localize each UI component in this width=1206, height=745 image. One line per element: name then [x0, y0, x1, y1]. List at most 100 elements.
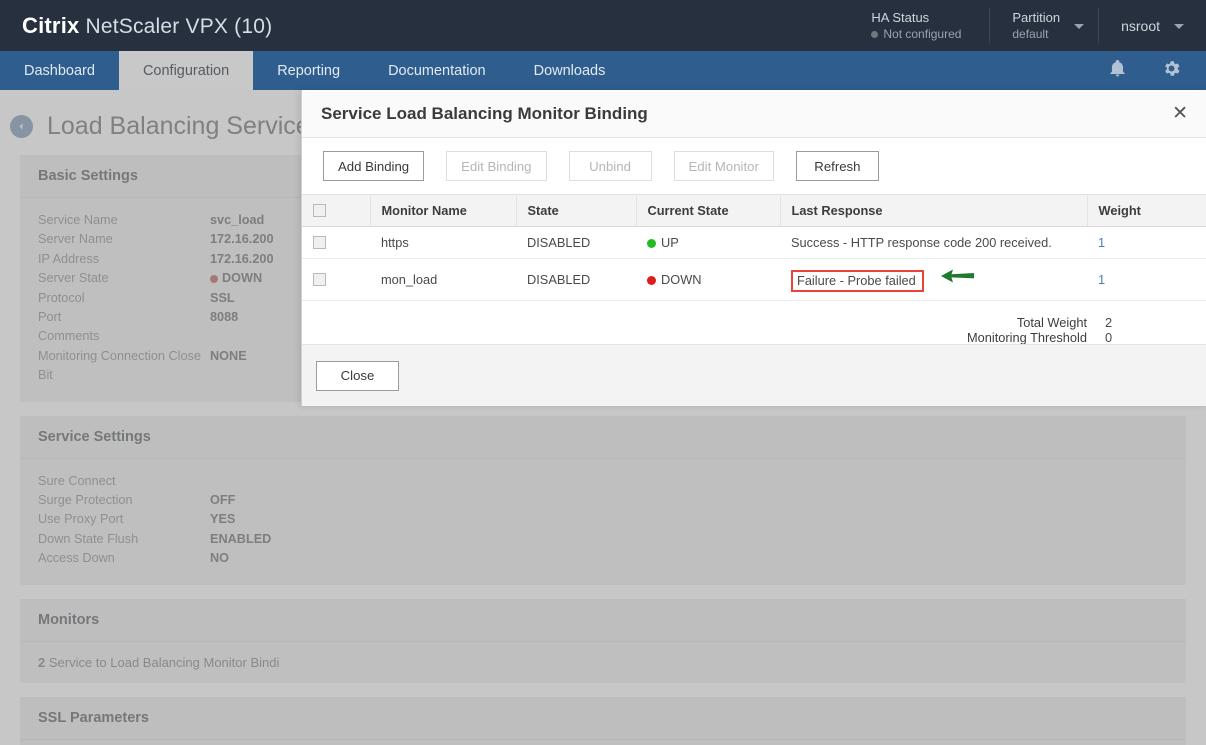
detail-key: Comments — [38, 329, 100, 344]
monitor-binding-link[interactable]: 2 Service to Load Balancing Monitor Bind… — [20, 641, 1186, 683]
table-row[interactable]: https DISABLED UP Success - HTTP respons… — [302, 226, 1206, 259]
detail-value: OFF — [210, 493, 236, 508]
user-menu[interactable]: nsroot — [1099, 0, 1206, 51]
back-arrow-icon[interactable] — [10, 115, 33, 138]
column-header-state[interactable]: State — [516, 194, 637, 227]
monitoring-threshold-label: Monitoring Threshold — [967, 330, 1087, 345]
total-weight-label: Total Weight — [1016, 315, 1087, 330]
detail-key: Down State Flush — [38, 531, 139, 546]
cell-weight: 1 — [1087, 258, 1206, 301]
weight-value[interactable]: 1 — [1098, 235, 1105, 250]
row-checkbox[interactable] — [313, 273, 326, 286]
cell-state: DISABLED — [516, 226, 636, 259]
detail-value: NO — [210, 551, 230, 566]
cell-last-response: Failure - Probe failed — [780, 258, 1087, 301]
brand-logo: Citrix NetScaler VPX (10) — [22, 13, 272, 39]
monitor-binding-modal: Service Load Balancing Monitor Binding ✕… — [301, 90, 1206, 406]
close-icon[interactable]: ✕ — [1172, 104, 1188, 123]
nav-tab-documentation[interactable]: Documentation — [364, 51, 510, 90]
monitoring-threshold-value: 0 — [1105, 330, 1113, 345]
chevron-down-icon — [1074, 24, 1085, 29]
weight-value[interactable]: 1 — [1098, 272, 1105, 287]
cell-last-response: Success - HTTP response code 200 receive… — [780, 226, 1087, 259]
detail-value: DOWN — [210, 269, 262, 288]
ha-status-label: HA Status — [871, 10, 930, 25]
detail-key: Server State — [38, 271, 109, 286]
panel-title: Service Settings — [20, 415, 1186, 459]
nav-tab-downloads[interactable]: Downloads — [510, 51, 630, 90]
table-row[interactable]: mon_load DISABLED DOWN Failure - Probe f… — [302, 258, 1206, 301]
detail-key: Surge Protection — [38, 493, 133, 508]
nav-tab-reporting[interactable]: Reporting — [253, 51, 364, 90]
select-all-header — [302, 194, 371, 227]
nav-tab-dashboard[interactable]: Dashboard — [0, 51, 119, 90]
panel-ssl-parameters: SSL Parameters Enable DH ParamDISABLED — [20, 696, 1186, 745]
bell-icon[interactable] — [1108, 59, 1127, 83]
green-left-arrow-annotation — [939, 267, 975, 288]
column-header-last-response[interactable]: Last Response — [780, 194, 1088, 227]
panel-service-settings: Service Settings Sure Connect Surge Prot… — [20, 415, 1186, 585]
page-title: Load Balancing Service — [47, 112, 310, 140]
detail-value: 172.16.200 — [210, 232, 274, 247]
main-navigation: Dashboard Configuration Reporting Docume… — [0, 51, 1206, 90]
cell-current-state: UP — [636, 226, 780, 259]
ha-status-dot-icon — [871, 30, 879, 38]
column-header-monitor-name[interactable]: Monitor Name — [370, 194, 517, 227]
detail-key: Service Name — [38, 213, 118, 227]
cell-weight: 1 — [1087, 226, 1206, 259]
close-button[interactable]: Close — [316, 360, 399, 391]
monitoring-threshold-row: Monitoring Threshold 0 — [302, 330, 1206, 345]
cell-monitor-name: mon_load — [370, 258, 516, 301]
partition-selector[interactable]: Partition default — [990, 0, 1098, 51]
brand-name: Citrix — [22, 12, 80, 38]
select-all-checkbox[interactable] — [313, 204, 326, 217]
panel-title: Monitors — [20, 598, 1186, 642]
unbind-button[interactable]: Unbind — [568, 151, 652, 181]
nav-actions — [1108, 51, 1206, 90]
top-header-bar: Citrix NetScaler VPX (10) HA Status Not … — [0, 0, 1206, 51]
column-header-weight[interactable]: Weight — [1087, 194, 1206, 227]
refresh-button[interactable]: Refresh — [795, 151, 879, 181]
detail-value: NONE — [210, 348, 247, 363]
panel-title: SSL Parameters — [20, 696, 1186, 740]
row-checkbox[interactable] — [313, 236, 326, 249]
totals-section: Total Weight 2 Monitoring Threshold 0 — [302, 301, 1206, 345]
detail-key: Sure Connect — [38, 473, 116, 488]
total-weight-row: Total Weight 2 — [302, 315, 1206, 330]
detail-value: svc_load — [210, 213, 265, 227]
status-dot-up-icon — [647, 239, 656, 248]
detail-row: Surge Protection OFF — [38, 491, 1168, 510]
current-state-text: UP — [661, 235, 679, 250]
status-dot-icon — [210, 275, 218, 284]
detail-key: Server Name — [38, 232, 113, 247]
current-state-text: DOWN — [661, 272, 702, 287]
modal-footer: Close — [302, 344, 1206, 406]
monitor-binding-text: Service to Load Balancing Monitor Bindi — [45, 654, 280, 670]
user-name: nsroot — [1121, 17, 1160, 34]
nav-tab-configuration[interactable]: Configuration — [118, 51, 254, 90]
detail-key: Monitoring Connection Close Bit — [38, 348, 201, 383]
status-text: DOWN — [222, 271, 263, 286]
detail-key: Port — [38, 310, 62, 325]
detail-key: Use Proxy Port — [38, 512, 124, 527]
column-header-current-state[interactable]: Current State — [636, 194, 781, 227]
total-weight-value: 2 — [1105, 315, 1113, 330]
detail-value: SSL — [210, 290, 235, 305]
edit-monitor-button[interactable]: Edit Monitor — [673, 151, 774, 181]
chevron-down-icon — [1174, 24, 1184, 29]
edit-binding-button[interactable]: Edit Binding — [446, 151, 547, 181]
detail-key: IP Address — [38, 251, 100, 266]
add-binding-button[interactable]: Add Binding — [323, 151, 425, 181]
detail-value: YES — [210, 512, 236, 527]
ha-status: HA Status Not configured — [849, 0, 989, 51]
cell-monitor-name: https — [370, 226, 516, 259]
partition-label: Partition — [1012, 10, 1061, 25]
table-header-row: Monitor Name State Current State Last Re… — [302, 194, 1206, 227]
row-select-cell — [302, 226, 370, 259]
app-root: Citrix NetScaler VPX (10) HA Status Not … — [0, 0, 1206, 745]
detail-row: Use Proxy Port YES — [38, 510, 1168, 529]
detail-row: Sure Connect — [38, 472, 1168, 491]
panel-monitors: Monitors 2 Service to Load Balancing Mon… — [20, 598, 1186, 683]
gear-icon[interactable] — [1161, 58, 1182, 84]
product-name: NetScaler VPX (10) — [85, 14, 273, 38]
